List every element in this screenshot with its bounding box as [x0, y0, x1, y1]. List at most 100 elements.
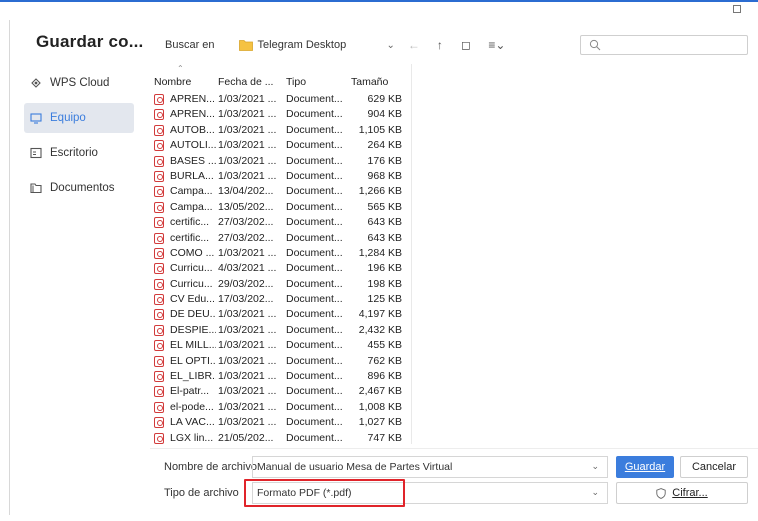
- file-date: 1/03/2021 ...: [218, 169, 277, 182]
- table-row[interactable]: certific... 27/03/202... Document... 643 KB: [150, 215, 411, 230]
- file-name: El-patr...: [170, 385, 210, 398]
- table-row[interactable]: AUTOLI... 1/03/2021 ... Document... 264 KB: [150, 138, 411, 153]
- filetype-highlight-box: [244, 479, 405, 507]
- table-row[interactable]: EL MILL... 1/03/2021 ... Document... 455 KB: [150, 338, 411, 353]
- file-date: 1/03/2021 ...: [218, 308, 277, 321]
- sidebar-item-wps-cloud[interactable]: WPS Cloud: [24, 68, 134, 98]
- file-size: 198 KB: [367, 277, 402, 290]
- file-name: COMO ...: [170, 246, 215, 259]
- file-name: Campa...: [170, 200, 213, 213]
- file-date: 17/03/202...: [218, 293, 274, 306]
- file-date: 1/03/2021 ...: [218, 246, 277, 259]
- back-arrow-icon[interactable]: ←: [407, 38, 421, 52]
- column-header-size[interactable]: Tamaño: [351, 76, 388, 88]
- file-size: 565 KB: [367, 200, 402, 213]
- file-size: 125 KB: [367, 293, 402, 306]
- pdf-file-icon: [154, 247, 164, 259]
- chevron-down-icon[interactable]: ⌄: [591, 461, 599, 472]
- column-header-name[interactable]: Nombre: [154, 76, 191, 88]
- encrypt-button[interactable]: Cifrar...: [616, 482, 748, 504]
- location-dropdown[interactable]: Telegram Desktop: [235, 34, 373, 56]
- save-button[interactable]: Guardar: [616, 456, 674, 478]
- pdf-file-icon: [154, 155, 164, 167]
- file-size: 643 KB: [367, 231, 402, 244]
- file-type: Document...: [286, 154, 343, 167]
- file-size: 2,467 KB: [358, 385, 402, 398]
- file-date: 1/03/2021 ...: [218, 123, 277, 136]
- sidebar-item-label: Escritorio: [50, 147, 98, 159]
- dialog-left-border: [9, 20, 10, 515]
- search-input[interactable]: [580, 35, 748, 55]
- maximize-button[interactable]: [733, 5, 741, 13]
- table-row[interactable]: DE DEU... 1/03/2021 ... Document... 4,197 K…: [150, 307, 411, 322]
- pdf-file-icon: [154, 232, 164, 244]
- pdf-file-icon: [154, 371, 164, 383]
- table-row[interactable]: CV Edu... 17/03/202... Document... 125 KB: [150, 292, 411, 307]
- pdf-file-icon: [154, 432, 164, 444]
- table-row[interactable]: EL_LIBR... 1/03/2021 ... Document... 896 KB: [150, 369, 411, 384]
- sidebar-item-documentos[interactable]: Documentos: [24, 173, 134, 203]
- search-icon: [589, 39, 601, 51]
- table-row[interactable]: Curricu... 29/03/202... Document... 198 KB: [150, 277, 411, 292]
- file-type: Document...: [286, 139, 343, 152]
- footer-divider: [150, 448, 758, 449]
- file-name: EL MILL...: [170, 339, 216, 352]
- file-name: EL OPTI...: [170, 354, 216, 367]
- file-type: Document...: [286, 108, 343, 121]
- table-row[interactable]: Campa... 13/05/202... Document... 565 KB: [150, 200, 411, 215]
- table-row[interactable]: Curricu... 4/03/2021 ... Document... 196 KB: [150, 261, 411, 276]
- file-size: 1,027 KB: [358, 416, 402, 429]
- table-row[interactable]: Campa... 13/04/202... Document... 1,266 KB: [150, 184, 411, 199]
- file-date: 13/04/202...: [218, 185, 274, 198]
- up-arrow-icon[interactable]: ↑: [433, 38, 447, 52]
- table-row[interactable]: COMO ... 1/03/2021 ... Document... 1,284 KB: [150, 246, 411, 261]
- file-date: 1/03/2021 ...: [218, 154, 277, 167]
- table-row[interactable]: AUTOB... 1/03/2021 ... Document... 1,105 KB: [150, 123, 411, 138]
- file-date: 29/03/202...: [218, 277, 274, 290]
- table-row[interactable]: APREN... 1/03/2021 ... Document... 629 KB: [150, 92, 411, 107]
- file-rows: APREN... 1/03/2021 ... Document... 629 KB AP…: [150, 92, 411, 444]
- pdf-file-icon: [154, 94, 164, 105]
- file-size: 176 KB: [367, 154, 402, 167]
- file-name: BURLA...: [170, 169, 214, 182]
- pdf-file-icon: [154, 140, 164, 152]
- pdf-file-icon: [154, 401, 164, 413]
- file-name: LA VAC...: [170, 416, 215, 429]
- file-date: 21/05/202...: [218, 431, 274, 444]
- view-menu-icon[interactable]: ≡⌄: [485, 38, 509, 52]
- file-date: 1/03/2021 ...: [218, 93, 277, 105]
- pdf-file-icon: [154, 124, 164, 136]
- table-row[interactable]: APREN... 1/03/2021 ... Document... 904 KB: [150, 107, 411, 122]
- file-type: Document...: [286, 293, 343, 306]
- chevron-down-icon[interactable]: ⌄: [591, 487, 599, 498]
- file-name: EL_LIBR...: [170, 370, 216, 383]
- table-row[interactable]: BURLA... 1/03/2021 ... Document... 968 KB: [150, 169, 411, 184]
- new-folder-icon[interactable]: ◻: [459, 38, 473, 52]
- file-size: 762 KB: [367, 354, 402, 367]
- table-row[interactable]: DESPIE... 1/03/2021 ... Document... 2,432 K…: [150, 323, 411, 338]
- filename-field[interactable]: Manual de usuario Mesa de Partes Virtual…: [252, 456, 608, 478]
- chevron-down-icon[interactable]: ⌄: [387, 40, 395, 51]
- file-size: 455 KB: [367, 339, 402, 352]
- pdf-file-icon: [154, 355, 164, 367]
- sidebar-item-escritorio[interactable]: Escritorio: [24, 138, 134, 168]
- table-row[interactable]: EL OPTI... 1/03/2021 ... Document... 762 KB: [150, 354, 411, 369]
- file-name: BASES ...: [170, 154, 216, 167]
- column-header-type[interactable]: Tipo: [286, 76, 306, 88]
- table-row[interactable]: certific... 27/03/202... Document... 643 KB: [150, 231, 411, 246]
- monitor-icon: [30, 112, 42, 124]
- column-header-date[interactable]: Fecha de ...: [218, 76, 273, 88]
- sidebar-item-equipo[interactable]: Equipo: [24, 103, 134, 133]
- table-row[interactable]: BASES ... 1/03/2021 ... Document... 176 KB: [150, 154, 411, 169]
- table-row[interactable]: el-pode... 1/03/2021 ... Document... 1,008 …: [150, 400, 411, 415]
- encrypt-button-label: Cifrar...: [672, 487, 708, 499]
- sidebar-item-label: WPS Cloud: [50, 77, 110, 89]
- table-row[interactable]: El-patr... 1/03/2021 ... Document... 2,467 …: [150, 384, 411, 399]
- file-date: 1/03/2021 ...: [218, 416, 277, 429]
- table-row[interactable]: LGX lin... 21/05/202... Document... 747 KB: [150, 431, 411, 444]
- file-list[interactable]: ⌃ Nombre Fecha de ... Tipo Tamaño APREN.…: [150, 64, 412, 444]
- table-row[interactable]: LA VAC... 1/03/2021 ... Document... 1,027 K…: [150, 415, 411, 430]
- cancel-button[interactable]: Cancelar: [680, 456, 748, 478]
- file-name: Campa...: [170, 185, 213, 198]
- file-type: Document...: [286, 262, 343, 275]
